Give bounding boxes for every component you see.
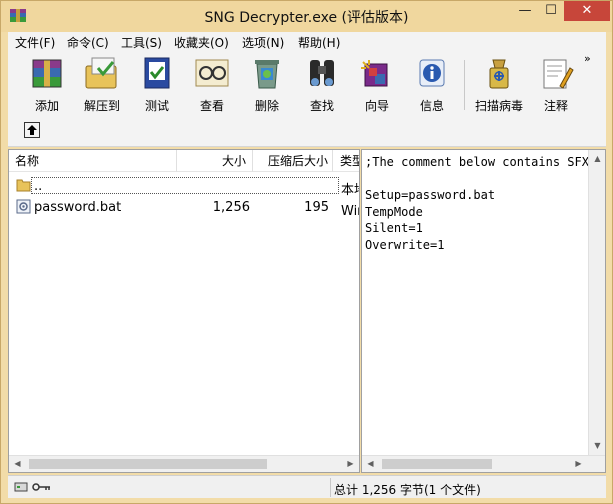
- row-focus-outline: [31, 177, 339, 194]
- scroll-up-arrow[interactable]: ▲: [589, 150, 605, 167]
- test-label: 测试: [144, 99, 169, 113]
- find-icon: [310, 60, 334, 86]
- title-bar[interactable]: SNG Decrypter.exe (评估版本) — ☐ ✕: [1, 1, 612, 32]
- view-label: 查看: [199, 99, 224, 113]
- file-name: ..: [34, 179, 43, 194]
- virus-scan-label: 扫描病毒: [474, 99, 523, 113]
- info-button[interactable]: 信息: [406, 56, 458, 116]
- menu-help[interactable]: 帮助(H): [298, 34, 340, 51]
- view-icon: [195, 59, 229, 87]
- file-packed-size: 195: [304, 200, 329, 215]
- add-archive-icon: [32, 59, 62, 88]
- toolbar: 添加 解压到 测试 查看 删除 查找 向导 信息 扫描病毒 注释 »: [8, 52, 606, 147]
- find-button[interactable]: 查找: [296, 56, 348, 116]
- batch-file-icon: [16, 199, 31, 214]
- scroll-down-arrow[interactable]: ▼: [589, 437, 605, 454]
- find-label: 查找: [309, 99, 334, 113]
- scroll-right-arrow[interactable]: ▶: [342, 455, 359, 472]
- menu-options[interactable]: 选项(N): [242, 34, 284, 51]
- menu-bar: 文件(F) 命令(C) 工具(S) 收藏夹(O) 选项(N) 帮助(H): [8, 32, 606, 52]
- delete-icon: [255, 60, 279, 89]
- file-type: 本地磁盘: [341, 183, 359, 198]
- status-bar: 总计 1,256 字节(1 个文件): [8, 475, 606, 498]
- scroll-thumb[interactable]: [29, 459, 267, 469]
- folder-icon: [16, 179, 31, 192]
- wizard-icon: [361, 60, 388, 87]
- file-list-hscrollbar[interactable]: ◀ ▶: [9, 455, 359, 472]
- scroll-right-arrow[interactable]: ▶: [570, 455, 587, 472]
- table-row[interactable]: .. 本地磁盘: [9, 176, 359, 198]
- up-folder-icon[interactable]: [24, 122, 40, 138]
- file-name: password.bat: [34, 200, 122, 215]
- app-window: SNG Decrypter.exe (评估版本) — ☐ ✕ 文件(F) 命令(…: [0, 0, 613, 504]
- file-type: Windows 批处理文件: [341, 204, 359, 219]
- test-button[interactable]: 测试: [131, 56, 183, 116]
- comment-button[interactable]: 注释: [530, 56, 582, 116]
- scroll-left-arrow[interactable]: ◀: [9, 455, 26, 472]
- menu-tools[interactable]: 工具(S): [121, 34, 162, 51]
- status-text: 总计 1,256 字节(1 个文件): [334, 483, 481, 497]
- info-label: 信息: [419, 99, 444, 113]
- comment-icon: [543, 59, 574, 89]
- drive-icon[interactable]: [14, 481, 28, 493]
- table-row[interactable]: password.bat 1,256 195 Windows 批处理文件: [9, 197, 359, 219]
- extract-to-label: 解压到: [83, 99, 120, 113]
- comment-label: 注释: [543, 99, 568, 113]
- comment-vscrollbar[interactable]: ▲ ▼: [588, 150, 605, 455]
- menu-favorites[interactable]: 收藏夹(O): [174, 34, 229, 51]
- maximize-button[interactable]: ☐: [538, 1, 564, 21]
- add-button[interactable]: 添加: [21, 56, 73, 116]
- toolbar-more-chevron[interactable]: »: [584, 52, 591, 65]
- status-divider: [330, 478, 331, 497]
- delete-button[interactable]: 删除: [241, 56, 293, 116]
- file-size: 1,256: [212, 200, 250, 215]
- menu-file[interactable]: 文件(F): [15, 34, 55, 51]
- info-icon: [419, 59, 445, 87]
- extract-to-icon: [85, 57, 117, 89]
- scroll-left-arrow[interactable]: ◀: [362, 455, 379, 472]
- column-header-name[interactable]: 名称: [9, 150, 177, 172]
- minimize-button[interactable]: —: [512, 1, 538, 21]
- add-label: 添加: [34, 99, 59, 113]
- comment-hscrollbar[interactable]: ◀ ▶: [362, 455, 605, 472]
- test-icon: [144, 57, 170, 89]
- extract-to-button[interactable]: 解压到: [76, 56, 128, 116]
- virus-scan-icon: [489, 59, 509, 89]
- scroll-thumb[interactable]: [382, 459, 492, 469]
- column-header-packed[interactable]: 压缩后大小: [253, 150, 333, 172]
- view-button[interactable]: 查看: [186, 56, 238, 116]
- menu-command[interactable]: 命令(C): [67, 34, 109, 51]
- comment-pane[interactable]: ;The comment below contains SFX script c…: [361, 149, 606, 473]
- wizard-button[interactable]: 向导: [351, 56, 403, 116]
- wizard-label: 向导: [364, 99, 389, 113]
- virus-scan-button[interactable]: 扫描病毒: [471, 56, 527, 116]
- column-header-type[interactable]: 类型: [333, 150, 359, 172]
- close-button[interactable]: ✕: [564, 1, 610, 21]
- column-header-size[interactable]: 大小: [177, 150, 253, 172]
- file-list-pane: 名称 大小 压缩后大小 类型 .. 本地磁盘 password.bat 1,25…: [8, 149, 360, 473]
- key-icon[interactable]: [32, 482, 52, 492]
- archive-comment-text: ;The comment below contains SFX script c…: [365, 155, 605, 252]
- toolbar-separator: [464, 60, 465, 110]
- delete-label: 删除: [254, 99, 279, 113]
